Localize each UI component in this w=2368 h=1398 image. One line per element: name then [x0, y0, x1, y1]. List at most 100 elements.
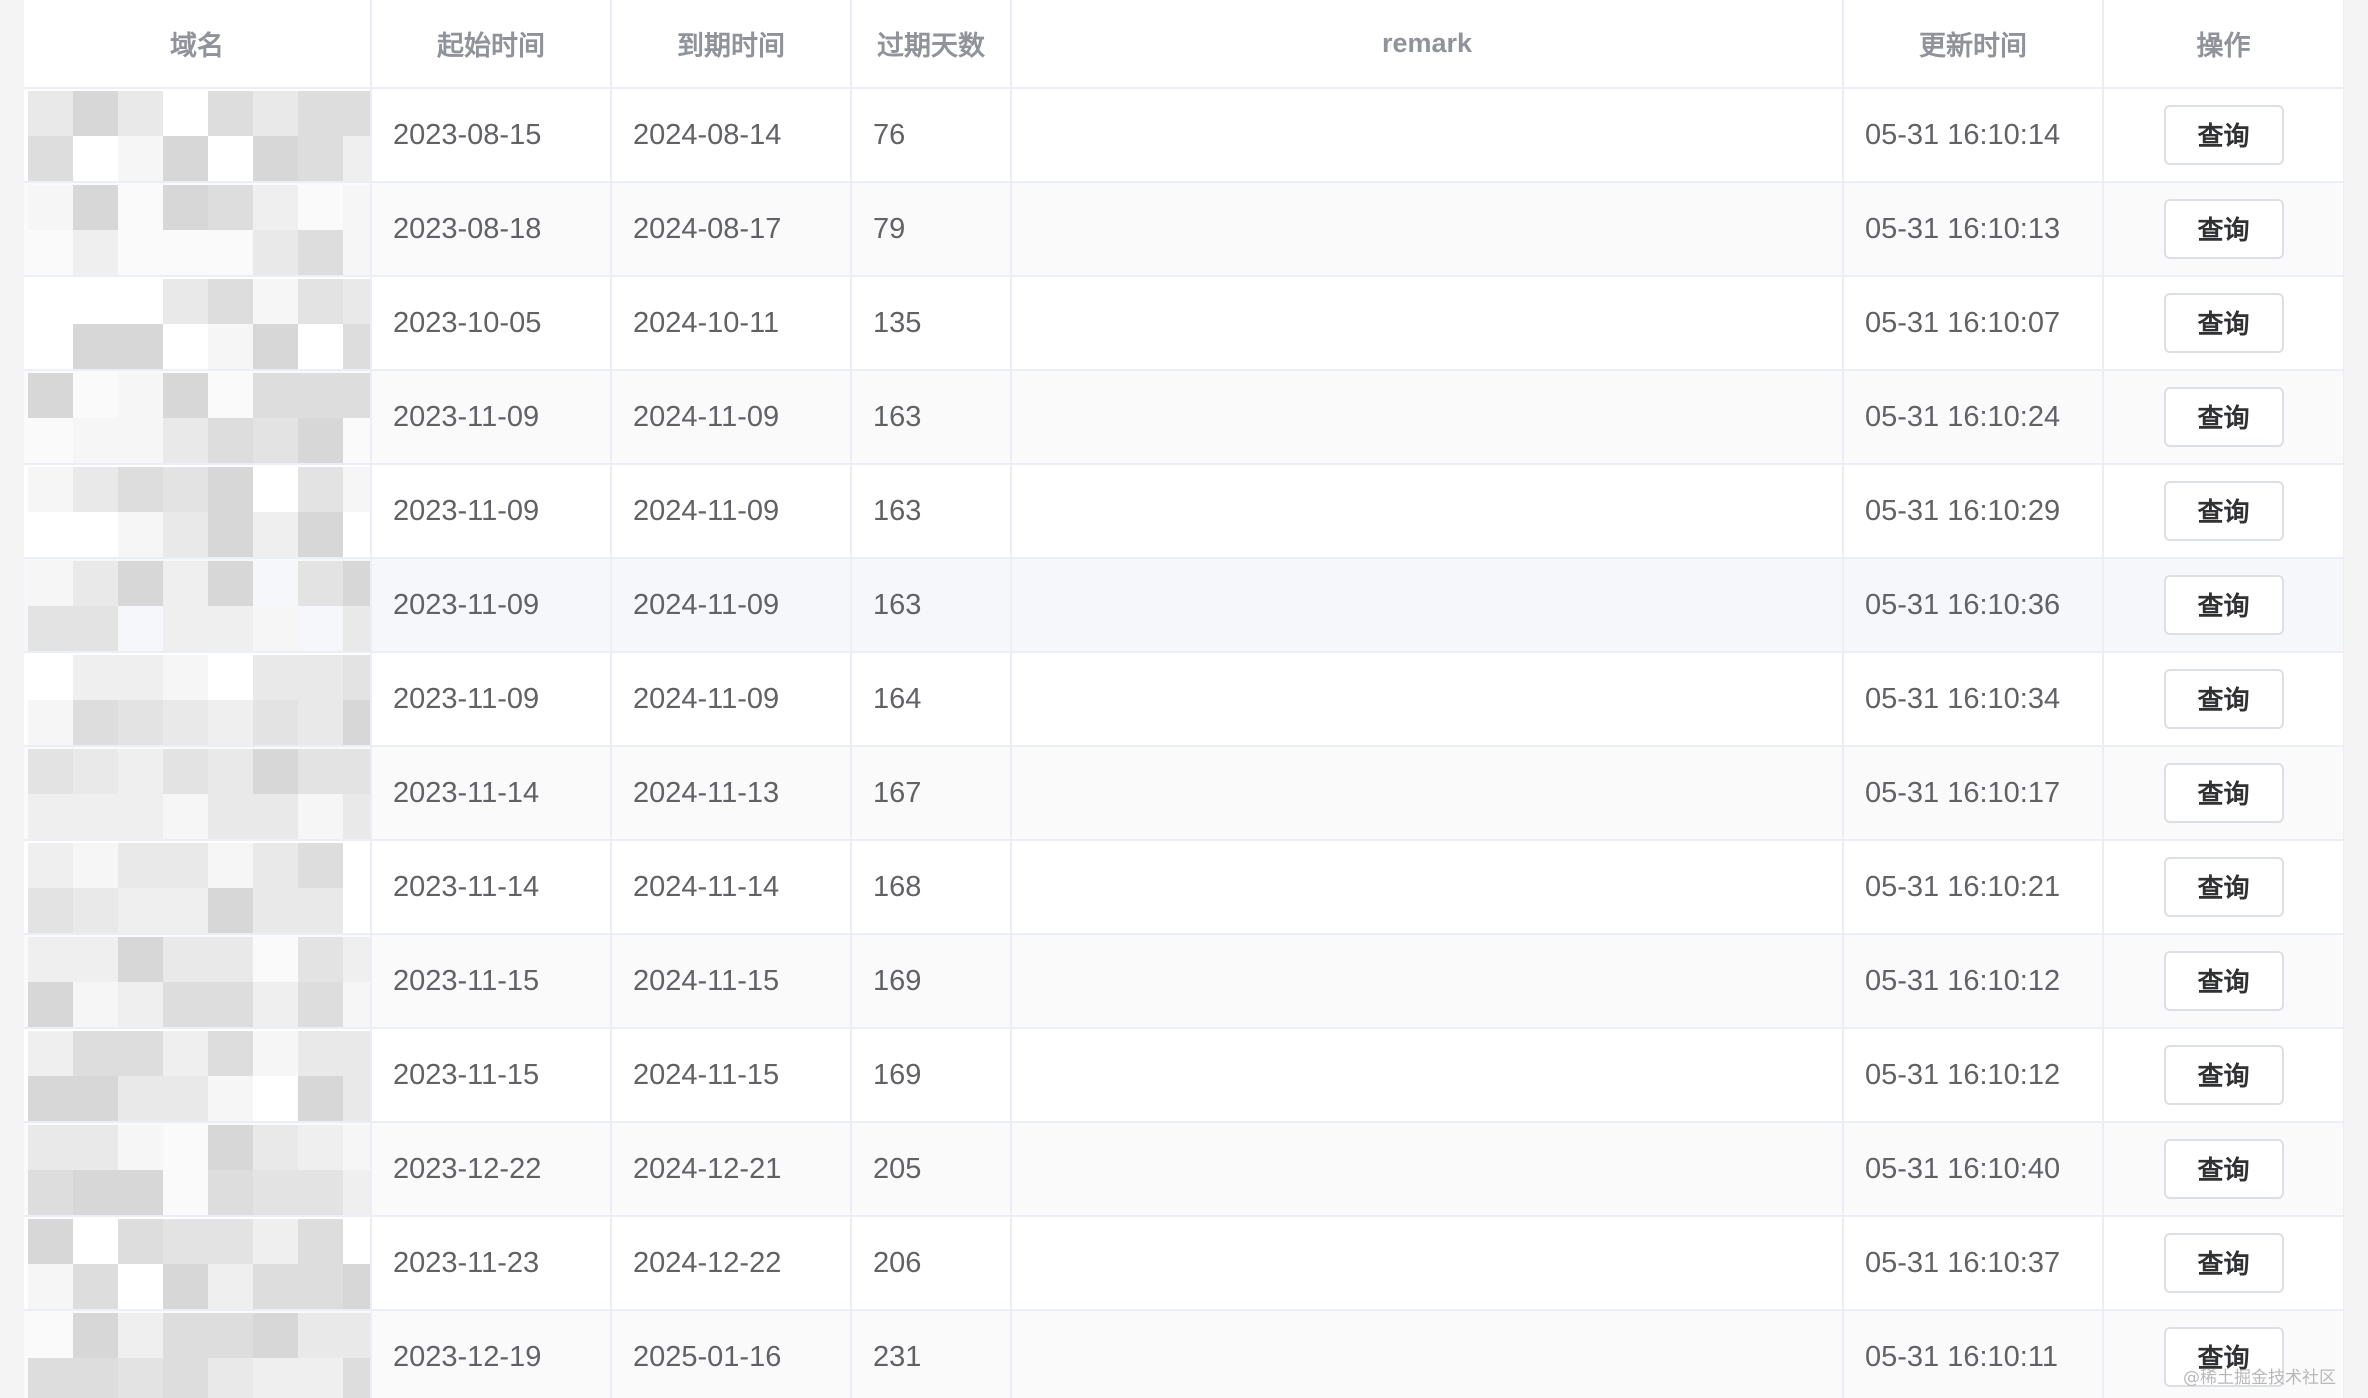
- cell-days-to-expire: 79: [851, 182, 1012, 277]
- table-row[interactable]: 2023-11-09 2024-11-09 163 05-31 16:10:36 查询: [24, 558, 2344, 653]
- cell-action: 查询: [2103, 934, 2344, 1029]
- cell-days-to-expire: 164: [851, 652, 1012, 747]
- cell-days-to-expire: 205: [851, 1122, 1012, 1217]
- cell-updated-time: 05-31 16:10:40: [1843, 1122, 2104, 1217]
- cell-domain-redacted: [24, 1028, 372, 1123]
- cell-start-time: 2023-11-09: [371, 464, 612, 559]
- query-button[interactable]: 查询: [2163, 481, 2284, 541]
- table-row[interactable]: 2023-10-05 2024-10-11 135 05-31 16:10:07 查询: [24, 276, 2344, 371]
- cell-remark: [1011, 746, 1844, 841]
- cell-expire-time: 2024-10-11: [611, 276, 852, 371]
- cell-domain-redacted: [24, 652, 372, 747]
- header-remark[interactable]: remark: [1011, 0, 1844, 89]
- query-button[interactable]: 查询: [2163, 1139, 2284, 1199]
- cell-action: 查询: [2103, 464, 2344, 559]
- cell-updated-time: 05-31 16:10:21: [1843, 840, 2104, 935]
- cell-days-to-expire: 206: [851, 1216, 1012, 1311]
- redacted-mosaic: [28, 655, 369, 744]
- cell-expire-time: 2024-11-09: [611, 464, 852, 559]
- table-row[interactable]: 2023-08-15 2024-08-14 76 05-31 16:10:14 查询: [24, 88, 2344, 183]
- cell-remark: [1011, 840, 1844, 935]
- cell-updated-time: 05-31 16:10:11: [1843, 1310, 2104, 1398]
- cell-days-to-expire: 135: [851, 276, 1012, 371]
- cell-action: 查询: [2103, 182, 2344, 277]
- query-button[interactable]: 查询: [2163, 1045, 2284, 1105]
- cell-domain-redacted: [24, 88, 372, 183]
- cell-updated-time: 05-31 16:10:37: [1843, 1216, 2104, 1311]
- cell-remark: [1011, 88, 1844, 183]
- cell-start-time: 2023-08-18: [371, 182, 612, 277]
- table-row[interactable]: 2023-12-22 2024-12-21 205 05-31 16:10:40 查询: [24, 1122, 2344, 1217]
- redacted-mosaic: [28, 1125, 369, 1214]
- redacted-mosaic: [28, 373, 369, 462]
- cell-expire-time: 2024-11-15: [611, 1028, 852, 1123]
- cell-start-time: 2023-11-09: [371, 370, 612, 465]
- cell-start-time: 2023-08-15: [371, 88, 612, 183]
- query-button[interactable]: 查询: [2163, 387, 2284, 447]
- cell-days-to-expire: 76: [851, 88, 1012, 183]
- cell-updated-time: 05-31 16:10:13: [1843, 182, 2104, 277]
- cell-start-time: 2023-11-14: [371, 840, 612, 935]
- header-start-time[interactable]: 起始时间: [371, 0, 612, 89]
- header-domain[interactable]: 域名: [24, 0, 372, 89]
- cell-domain-redacted: [24, 370, 372, 465]
- cell-start-time: 2023-11-15: [371, 1028, 612, 1123]
- cell-action: 查询: [2103, 746, 2344, 841]
- table-row[interactable]: 2023-08-18 2024-08-17 79 05-31 16:10:13 查询: [24, 182, 2344, 277]
- query-button[interactable]: 查询: [2163, 763, 2284, 823]
- cell-start-time: 2023-12-19: [371, 1310, 612, 1398]
- query-button[interactable]: 查询: [2163, 293, 2284, 353]
- cell-start-time: 2023-11-09: [371, 652, 612, 747]
- query-button[interactable]: 查询: [2163, 575, 2284, 635]
- watermark: @稀土掘金技术社区: [2183, 1368, 2336, 1388]
- table-header-row: 域名 起始时间 到期时间 过期天数 remark 更新时间 操作: [24, 0, 2344, 89]
- cell-expire-time: 2024-12-21: [611, 1122, 852, 1217]
- cell-domain-redacted: [24, 464, 372, 559]
- cell-action: 查询: [2103, 370, 2344, 465]
- table-row[interactable]: 2023-11-15 2024-11-15 169 05-31 16:10:12 查询: [24, 1028, 2344, 1123]
- cell-expire-time: 2024-11-09: [611, 558, 852, 653]
- redacted-mosaic: [28, 91, 369, 180]
- redacted-mosaic: [28, 749, 369, 838]
- redacted-mosaic: [28, 467, 369, 556]
- domain-table-container: 域名 起始时间 到期时间 过期天数 remark 更新时间 操作 2023-08…: [24, 0, 2344, 1398]
- header-days-to-expire[interactable]: 过期天数: [851, 0, 1012, 89]
- cell-remark: [1011, 1310, 1844, 1398]
- cell-action: 查询: [2103, 1028, 2344, 1123]
- cell-action: 查询: [2103, 840, 2344, 935]
- redacted-mosaic: [28, 185, 369, 274]
- table-row[interactable]: 2023-12-19 2025-01-16 231 05-31 16:10:11 查询: [24, 1310, 2344, 1398]
- cell-action: 查询: [2103, 1122, 2344, 1217]
- query-button[interactable]: 查询: [2163, 857, 2284, 917]
- query-button[interactable]: 查询: [2163, 105, 2284, 165]
- redacted-mosaic: [28, 279, 369, 368]
- query-button[interactable]: 查询: [2163, 199, 2284, 259]
- header-updated-time[interactable]: 更新时间: [1843, 0, 2104, 89]
- cell-expire-time: 2024-12-22: [611, 1216, 852, 1311]
- query-button[interactable]: 查询: [2163, 1233, 2284, 1293]
- table-row[interactable]: 2023-11-23 2024-12-22 206 05-31 16:10:37 查询: [24, 1216, 2344, 1311]
- table-row[interactable]: 2023-11-14 2024-11-14 168 05-31 16:10:21 查询: [24, 840, 2344, 935]
- redacted-mosaic: [28, 843, 369, 932]
- cell-remark: [1011, 276, 1844, 371]
- table-row[interactable]: 2023-11-09 2024-11-09 164 05-31 16:10:34 查询: [24, 652, 2344, 747]
- table-row[interactable]: 2023-11-09 2024-11-09 163 05-31 16:10:24 查询: [24, 370, 2344, 465]
- cell-action: 查询: [2103, 276, 2344, 371]
- cell-updated-time: 05-31 16:10:17: [1843, 746, 2104, 841]
- cell-days-to-expire: 169: [851, 1028, 1012, 1123]
- header-expire-time[interactable]: 到期时间: [611, 0, 852, 89]
- table-row[interactable]: 2023-11-14 2024-11-13 167 05-31 16:10:17 查询: [24, 746, 2344, 841]
- cell-domain-redacted: [24, 1122, 372, 1217]
- cell-updated-time: 05-31 16:10:14: [1843, 88, 2104, 183]
- cell-expire-time: 2024-11-13: [611, 746, 852, 841]
- cell-domain-redacted: [24, 558, 372, 653]
- table-row[interactable]: 2023-11-15 2024-11-15 169 05-31 16:10:12 查询: [24, 934, 2344, 1029]
- cell-action: 查询: [2103, 558, 2344, 653]
- cell-domain-redacted: [24, 746, 372, 841]
- cell-expire-time: 2024-11-15: [611, 934, 852, 1029]
- table-row[interactable]: 2023-11-09 2024-11-09 163 05-31 16:10:29 查询: [24, 464, 2344, 559]
- query-button[interactable]: 查询: [2163, 951, 2284, 1011]
- cell-days-to-expire: 163: [851, 558, 1012, 653]
- cell-domain-redacted: [24, 1310, 372, 1398]
- query-button[interactable]: 查询: [2163, 669, 2284, 729]
